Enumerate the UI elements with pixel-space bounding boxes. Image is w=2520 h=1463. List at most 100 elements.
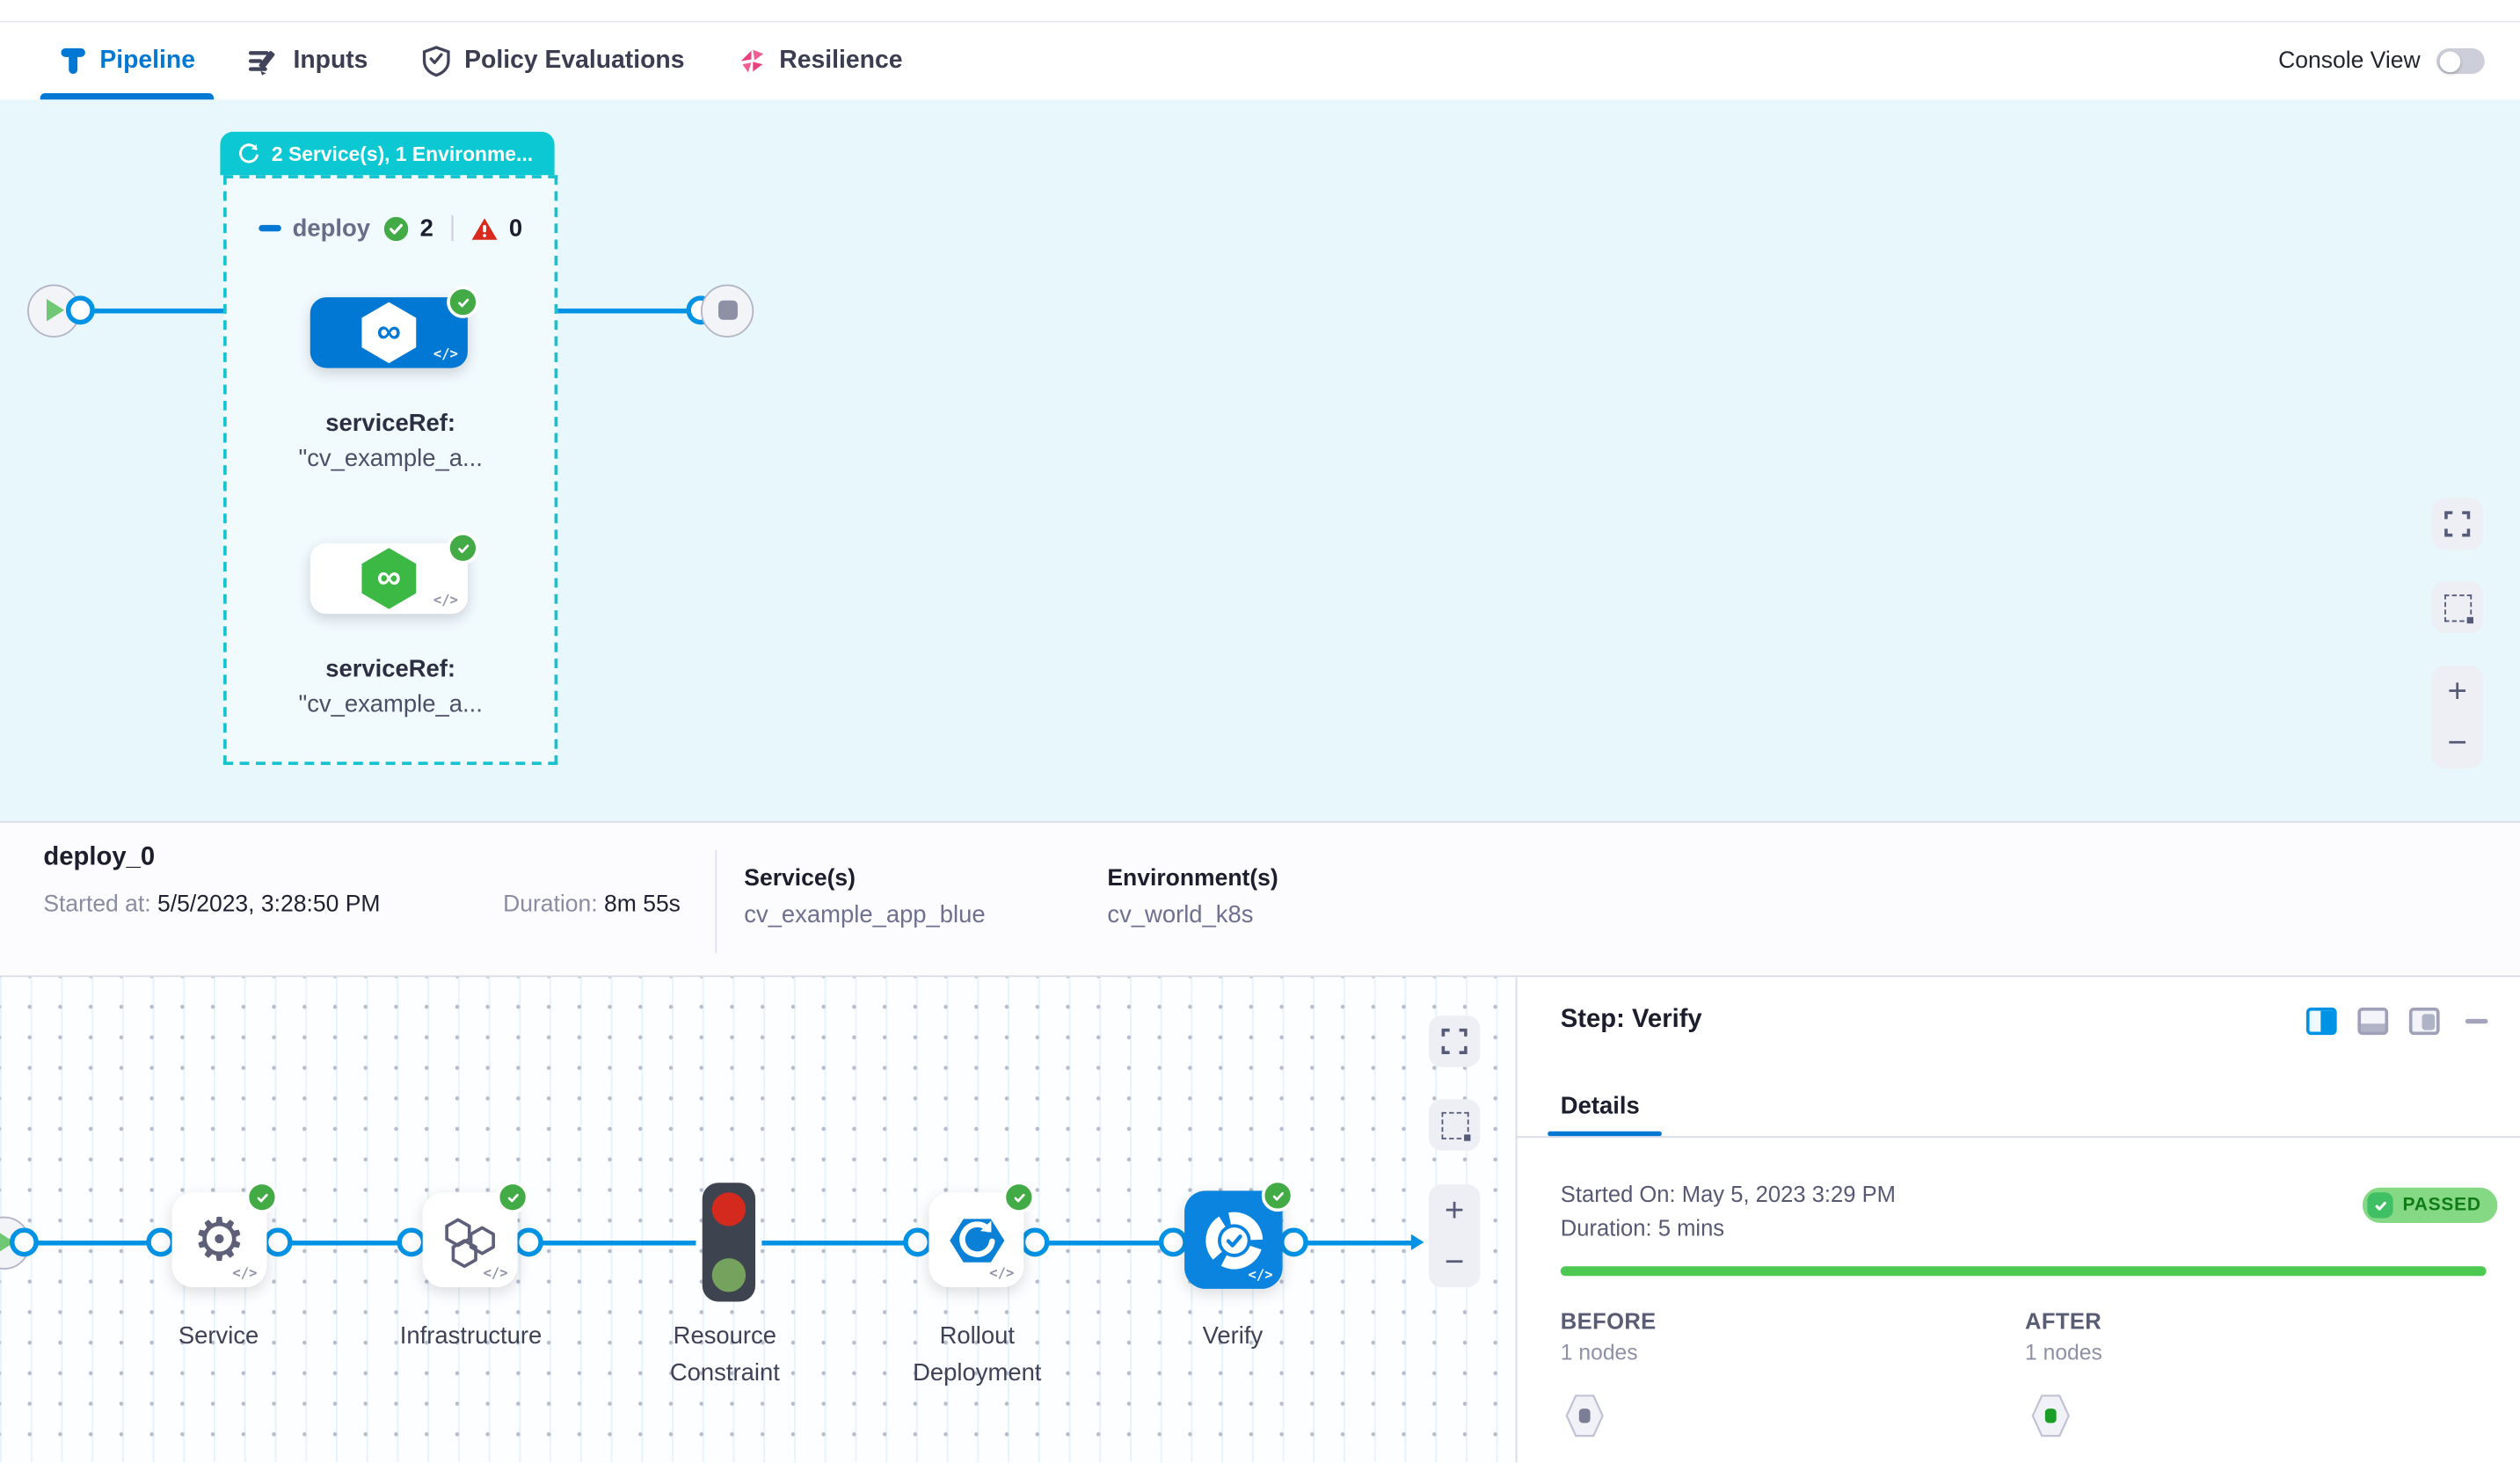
step-verify-label: Verify: [1128, 1318, 1337, 1355]
step-resource-constraint[interactable]: [703, 1183, 755, 1301]
environments-value[interactable]: cv_world_k8s: [1107, 901, 1253, 928]
infinity-glyph: ∞: [377, 560, 401, 593]
edge: [1293, 1240, 1412, 1244]
fit-to-screen-button[interactable]: [2431, 499, 2482, 550]
edge-connector-ring: [10, 1227, 39, 1256]
edge-connector-ring: [146, 1227, 175, 1256]
gear-icon: ⚙: [193, 1210, 246, 1270]
panel-title: Step: Verify: [1561, 1006, 1702, 1035]
success-badge: [447, 286, 479, 318]
layout-split-view-icon[interactable]: [2306, 1008, 2337, 1035]
status-badge-label: PASSED: [2403, 1196, 2481, 1215]
services-value[interactable]: cv_example_app_blue: [744, 901, 985, 928]
minimize-panel-button[interactable]: [2465, 1019, 2488, 1023]
step-rollout-deployment-label: Rollout Deployment: [872, 1318, 1082, 1392]
success-badge: [1003, 1181, 1036, 1213]
tab-inputs-label: Inputs: [293, 47, 368, 76]
tab-inputs[interactable]: Inputs: [229, 23, 387, 100]
duration: Duration: 8m 55s: [503, 892, 681, 917]
edge: [1035, 1240, 1173, 1244]
started-at-label: Started at:: [43, 892, 150, 917]
panel-divider: [1517, 1136, 2520, 1138]
pipeline-execution-app: Pipeline Inputs Policy Evaluations Resil…: [0, 0, 2520, 1463]
before-label: BEFORE: [1561, 1308, 1657, 1334]
edge-connector-ring: [397, 1227, 426, 1256]
failed-count: 0: [509, 215, 522, 242]
stage-group-header-label: 2 Service(s), 1 Environme...: [272, 142, 533, 165]
collapse-stage-icon[interactable]: [259, 225, 281, 230]
edge: [278, 1240, 412, 1244]
fullscreen-icon: [2444, 511, 2470, 536]
verification-progress-bar: [1561, 1266, 2487, 1275]
tab-details[interactable]: Details: [1561, 1093, 1640, 1120]
passed-check-icon: [2367, 1192, 2393, 1218]
code-icon: </>: [433, 593, 458, 608]
window-top-strip: [0, 0, 2520, 23]
marquee-icon: [1441, 1111, 1468, 1139]
stop-icon: [717, 301, 737, 320]
traffic-green-light: [712, 1258, 746, 1292]
services-header: Service(s): [744, 866, 856, 892]
play-icon: [47, 299, 64, 322]
rollout-icon: [944, 1208, 1009, 1272]
zoom-in-button[interactable]: +: [1445, 1193, 1464, 1226]
tab-pipeline-label: Pipeline: [99, 47, 195, 76]
traffic-red-light: [712, 1192, 746, 1226]
fit-to-screen-button[interactable]: [1429, 1015, 1480, 1066]
step-started-on: Started On: May 5, 2023 3:29 PM: [1561, 1181, 1896, 1206]
zoom-in-button[interactable]: +: [2447, 674, 2466, 708]
zoom-out-button[interactable]: −: [1445, 1245, 1464, 1278]
edge-stage-to-end: [557, 308, 701, 312]
pipeline-stage-canvas[interactable]: 2 Service(s), 1 Environme... deploy 2 0 …: [0, 99, 2520, 821]
step-service[interactable]: ⚙ </>: [172, 1192, 267, 1287]
zoom-out-button[interactable]: −: [2447, 725, 2466, 759]
service-node-2-label: serviceRef:: [223, 656, 557, 683]
edge: [528, 1240, 696, 1244]
success-count-icon: [384, 216, 408, 240]
status-badge: PASSED: [2363, 1188, 2497, 1223]
started-at-value: 5/5/2023, 3:28:50 PM: [157, 892, 380, 917]
tab-pipeline[interactable]: Pipeline: [40, 23, 215, 100]
infrastructure-icon: [438, 1208, 502, 1272]
code-icon: </>: [989, 1266, 1014, 1282]
failed-count-icon: [470, 216, 498, 240]
code-icon: </>: [433, 347, 458, 363]
step-verify[interactable]: </>: [1184, 1190, 1282, 1288]
success-badge: [497, 1181, 529, 1213]
tab-resilience[interactable]: Resilience: [718, 23, 922, 100]
console-view-control: Console View: [2278, 23, 2485, 100]
service-node-1[interactable]: ∞ </>: [310, 297, 468, 368]
marquee-select-button[interactable]: [1429, 1099, 1480, 1150]
execution-graph-canvas[interactable]: ⚙ </> Service </> Infrastructure Resourc…: [0, 977, 1516, 1463]
before-node-hexagon[interactable]: [1565, 1392, 1604, 1440]
success-badge: [246, 1181, 279, 1213]
step-service-label: Service: [114, 1318, 324, 1355]
service-node-2[interactable]: ∞ </>: [310, 543, 468, 614]
harness-service-icon: ∞: [361, 548, 416, 608]
step-resource-constraint-label: Resource Constraint: [621, 1318, 830, 1392]
edge-connector-ring: [903, 1227, 932, 1256]
policy-shield-icon: [421, 45, 452, 77]
step-rollout-deployment[interactable]: </>: [929, 1192, 1023, 1287]
layout-float-view-icon[interactable]: [2409, 1008, 2440, 1035]
stage-deploy-row[interactable]: deploy 2 0: [223, 212, 557, 244]
stage-group-header[interactable]: 2 Service(s), 1 Environme...: [220, 132, 554, 175]
pipeline-icon: [60, 47, 87, 76]
edge-connector-ring: [1159, 1227, 1188, 1256]
code-icon: </>: [232, 1266, 257, 1282]
before-node-count: 1 nodes: [1561, 1340, 1638, 1364]
tab-policy-evaluations[interactable]: Policy Evaluations: [402, 23, 704, 100]
active-tab-underline: [40, 93, 215, 99]
step-infrastructure[interactable]: </>: [423, 1192, 518, 1287]
marquee-icon: [2444, 593, 2471, 621]
console-view-toggle[interactable]: [2436, 48, 2485, 74]
step-infrastructure-label: Infrastructure: [367, 1318, 576, 1355]
pipeline-end-node[interactable]: [701, 284, 754, 337]
marquee-select-button[interactable]: [2431, 582, 2482, 633]
resilience-chaos-icon: [738, 47, 767, 76]
verify-icon: [1198, 1205, 1269, 1275]
after-node-hexagon[interactable]: [2031, 1392, 2070, 1440]
edge-connector-ring: [514, 1227, 543, 1256]
layout-bottom-view-icon[interactable]: [2357, 1008, 2388, 1035]
tab-policy-evaluations-label: Policy Evaluations: [464, 47, 684, 76]
